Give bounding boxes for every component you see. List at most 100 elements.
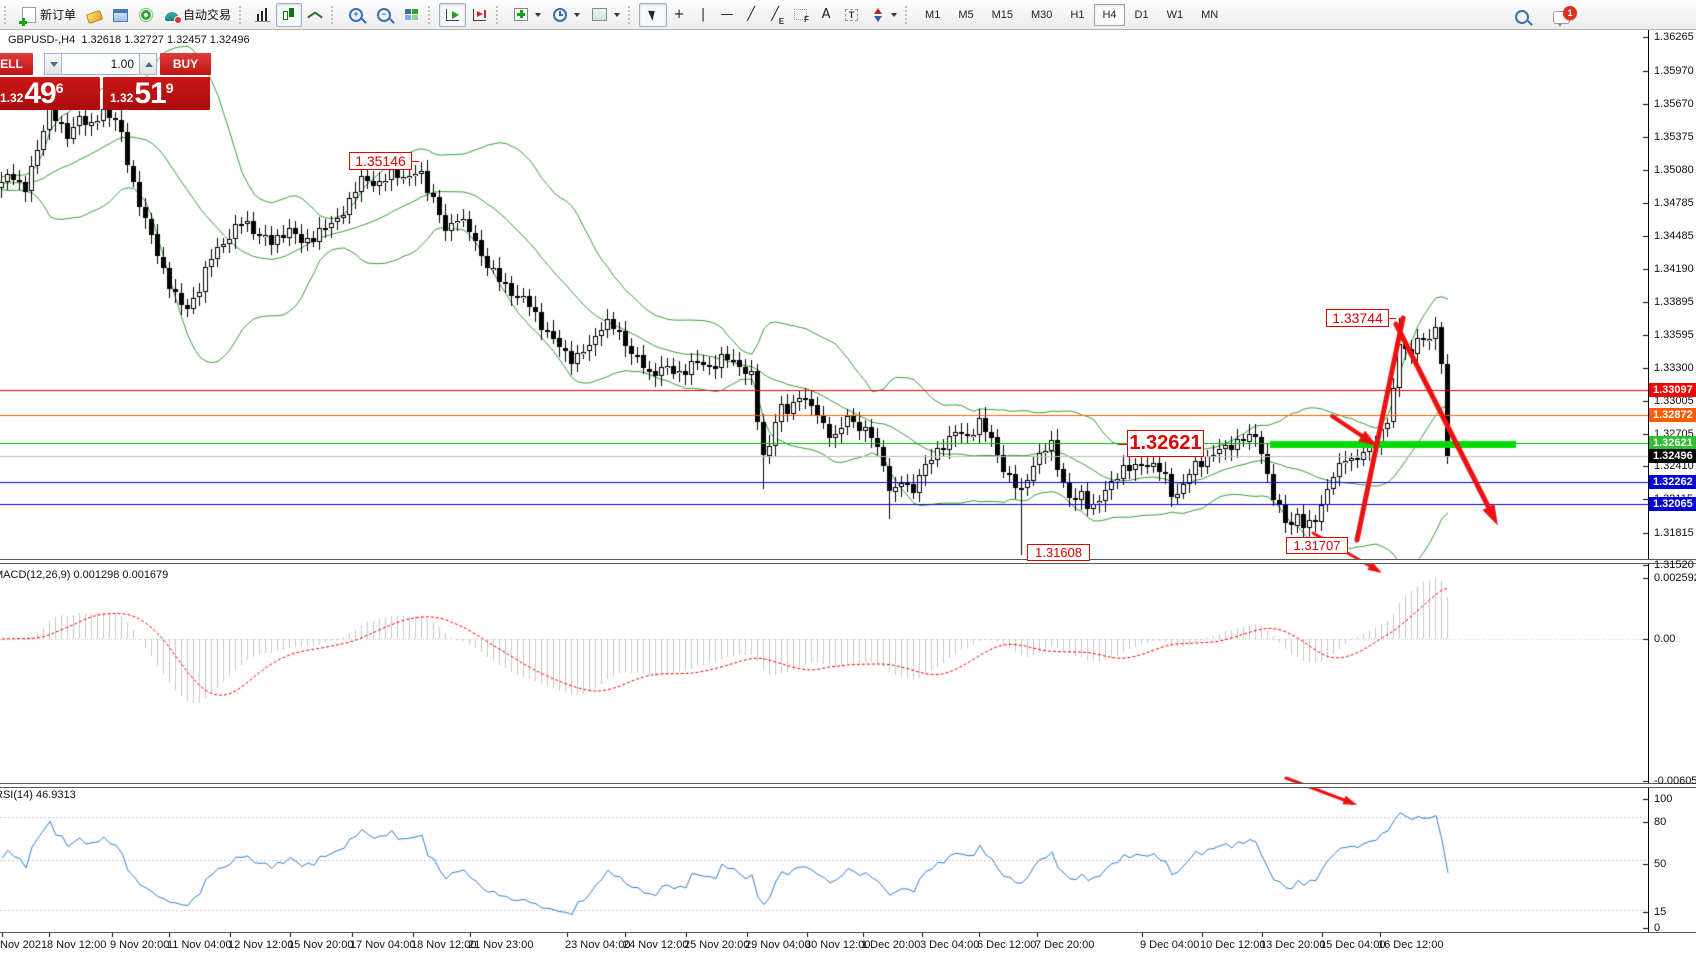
time-axis[interactable]: Nov 20218 Nov 12:009 Nov 20:0011 Nov 04:… [0, 937, 1648, 953]
time-tick-label: 10 Dec 12:00 [1200, 939, 1265, 951]
time-tick-label: 15 Dec 04:00 [1320, 939, 1385, 951]
bars-chart-button[interactable] [250, 3, 276, 27]
toolbar-group-grip [239, 6, 245, 24]
templates-icon [592, 8, 607, 21]
auto-scroll-button[interactable] [439, 3, 466, 27]
timeframe-m30-button[interactable]: M30 [1023, 4, 1060, 26]
buy-button[interactable]: BUY [160, 53, 211, 75]
time-tick-label: 15 Nov 20:00 [288, 939, 353, 951]
text-icon: A [819, 7, 833, 23]
time-tick-label: 9 Dec 04:00 [1140, 939, 1199, 951]
metaeditor-button[interactable] [107, 3, 133, 27]
buy-price-box[interactable]: 1.32 51 9 [103, 77, 210, 110]
text-button[interactable]: A [814, 3, 838, 27]
timeframe-w1-button[interactable]: W1 [1159, 4, 1192, 26]
time-tick-label: 1 Dec 20:00 [861, 939, 920, 951]
signals-button[interactable] [133, 3, 159, 27]
line-chart-button[interactable] [302, 3, 328, 27]
rsi-indicator-label: RSI(14) 46.9313 [0, 789, 76, 801]
macd-tick-label: 0.002592 [1654, 572, 1696, 584]
chart-shift-button[interactable] [466, 3, 493, 27]
price-tick-label: 1.35080 [1654, 164, 1694, 176]
trendline-button[interactable]: ╱ [739, 3, 763, 27]
periods-button[interactable] [546, 3, 585, 27]
volume-input[interactable]: 1.00 [62, 53, 139, 75]
rsi-tick-label: 100 [1654, 793, 1672, 805]
toolbar-group-grip [4, 6, 10, 24]
time-tick-label: 6 Dec 12:00 [977, 939, 1036, 951]
arrows-button[interactable] [865, 3, 902, 27]
search-button[interactable] [1508, 5, 1536, 29]
chat-button[interactable]: 1 [1548, 5, 1575, 29]
autotrade-button[interactable]: 自动交易 [159, 3, 236, 27]
time-tick-label: 8 Nov 12:00 [47, 939, 106, 951]
price-tick-label: 1.35670 [1654, 98, 1694, 110]
channel-icon: ╱ [768, 7, 782, 23]
sell-price-prefix: 1.32 [0, 91, 23, 105]
timeframe-mn-button[interactable]: MN [1193, 4, 1226, 26]
metaeditor-icon [113, 9, 128, 22]
buy-price-pip: 9 [166, 80, 174, 96]
time-tick-label: 3 Dec 04:00 [920, 939, 979, 951]
zoom-out-icon [377, 8, 391, 22]
fibonacci-icon [794, 9, 807, 20]
rsi-panel-separator[interactable] [0, 783, 1696, 788]
chevron-down-icon [614, 13, 620, 17]
price-annotation-label[interactable]: 1.35146 [349, 152, 412, 170]
price-annotation-label[interactable]: 1.33744 [1326, 309, 1389, 327]
timeframe-m1-button[interactable]: M1 [917, 4, 948, 26]
price-annotation-label[interactable]: 1.31707 [1286, 537, 1348, 554]
zoom-out-button[interactable] [370, 3, 398, 27]
zoom-in-button[interactable] [342, 3, 370, 27]
price-tick-label: 1.36265 [1654, 31, 1694, 43]
tile-windows-button[interactable] [398, 3, 425, 27]
price-level-tag: 1.32621 [1649, 436, 1696, 450]
zoom-in-icon [349, 8, 363, 22]
timeframe-m15-button[interactable]: M15 [984, 4, 1021, 26]
bars-chart-icon [255, 7, 271, 23]
volume-increase-button[interactable] [139, 53, 157, 75]
text-label-button[interactable]: T [838, 3, 865, 27]
timeframe-d1-button[interactable]: D1 [1127, 4, 1157, 26]
toolbar: 新订单自动交易+|—╱╱ATM1M5M15M30H1H4D1W1MN1 [0, 0, 1696, 30]
periods-icon [553, 8, 567, 22]
timeframe-h4-button[interactable]: H4 [1094, 4, 1124, 26]
tile-windows-icon [405, 9, 418, 20]
cursor-button[interactable] [639, 3, 667, 27]
time-tick-label: 13 Dec 20:00 [1260, 939, 1325, 951]
sell-price-box[interactable]: 1.32 49 6 [0, 77, 100, 110]
macd-panel-separator[interactable] [0, 559, 1696, 564]
price-tick-label: 1.31815 [1654, 527, 1694, 539]
signals-icon [141, 10, 151, 20]
indicators-button[interactable] [507, 3, 546, 27]
templates-button[interactable] [585, 3, 625, 27]
time-tick-label: 21 Nov 23:00 [468, 939, 533, 951]
horizontal-line-button[interactable]: — [715, 3, 739, 27]
candles-chart-button[interactable] [276, 3, 302, 27]
rsi-tick-label: 15 [1654, 906, 1666, 918]
notification-badge: 1 [1563, 6, 1577, 20]
crosshair-button[interactable]: + [667, 3, 691, 27]
time-tick-label: 17 Nov 04:00 [350, 939, 415, 951]
macd-tick-label: 0.00 [1654, 633, 1675, 645]
fibonacci-button[interactable] [787, 3, 814, 27]
price-level-tag: 1.32065 [1649, 497, 1696, 511]
new-order-button[interactable]: 新订单 [15, 3, 81, 27]
buy-price-big: 51 [134, 79, 165, 109]
volume-decrease-button[interactable] [44, 53, 62, 75]
eraser-button[interactable] [81, 3, 107, 27]
new-order-label: 新订单 [40, 6, 76, 23]
time-axis-line [0, 932, 1696, 933]
vertical-line-button[interactable]: | [691, 3, 715, 27]
timeframe-m5-button[interactable]: M5 [950, 4, 981, 26]
price-tick-label: 1.34485 [1654, 230, 1694, 242]
sell-price-big: 49 [24, 79, 55, 109]
macd-indicator-label: MACD(12,26,9) 0.001298 0.001679 [0, 569, 168, 581]
price-annotation-label[interactable]: 1.32621 [1127, 430, 1204, 457]
sell-button[interactable]: SELL [0, 53, 33, 75]
macd-tick-label: -0.006059 [1654, 775, 1696, 787]
price-annotation-label[interactable]: 1.31608 [1027, 544, 1090, 561]
channel-button[interactable]: ╱ [763, 3, 787, 27]
chart-canvas[interactable] [0, 30, 1648, 953]
timeframe-h1-button[interactable]: H1 [1062, 4, 1092, 26]
